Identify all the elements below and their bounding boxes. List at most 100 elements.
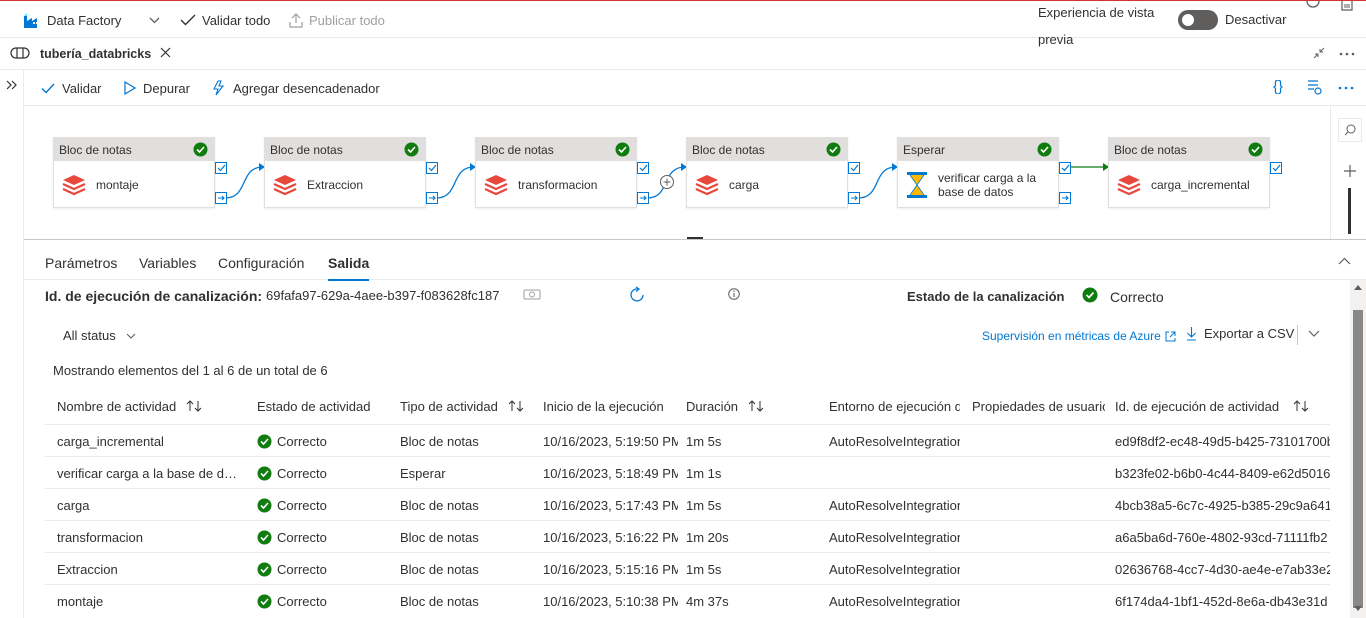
tab-parametros[interactable]: Parámetros <box>45 246 117 280</box>
col-label: Duración <box>686 398 739 414</box>
activity-node[interactable]: Bloc de notas montaje <box>53 137 215 208</box>
panel-splitter[interactable] <box>24 239 1366 240</box>
properties-icon[interactable] <box>1306 79 1322 95</box>
col-activity-run-id[interactable]: Id. de ejecución de actividad <box>1115 392 1330 420</box>
tab-configuracion[interactable]: Configuración <box>218 246 304 280</box>
download-icon <box>1186 326 1197 341</box>
table-row[interactable]: Extraccion Correcto Bloc de notas 10/16/202… <box>45 552 1330 584</box>
col-activity-type[interactable]: Tipo de actividad <box>400 392 540 420</box>
cell-duration: 1m 1s <box>686 457 821 489</box>
tab-salida[interactable]: Salida <box>328 246 370 281</box>
tab-variables[interactable]: Variables <box>139 246 196 280</box>
activity-node[interactable]: Bloc de notas carga_incremental <box>1108 137 1270 208</box>
success-check-icon <box>615 142 630 157</box>
col-runtime[interactable]: Entorno de ejecución de integración <box>829 392 960 420</box>
close-tab-icon[interactable] <box>160 47 171 58</box>
cell-text: Esperar <box>400 465 446 481</box>
factory-selector[interactable]: Data Factory <box>24 1 160 39</box>
completion-port[interactable] <box>426 192 438 204</box>
zoom-slider[interactable] <box>1348 188 1351 234</box>
activity-node[interactable]: Bloc de notas Extraccion <box>264 137 426 208</box>
databricks-icon <box>273 174 297 196</box>
cell-text: Bloc de notas <box>400 593 479 609</box>
activity-node[interactable]: Bloc de notas carga <box>686 137 848 208</box>
cell-text: AutoResolveIntegrationRuntime <box>829 593 960 609</box>
success-port[interactable] <box>1270 162 1282 174</box>
col-label: Nombre de actividad <box>57 398 177 414</box>
table-row[interactable]: carga_incremental Correcto Bloc de notas 10… <box>45 424 1330 456</box>
circle-icon[interactable] <box>1305 1 1321 13</box>
chevron-down-icon[interactable] <box>1308 330 1320 337</box>
node-header: Bloc de notas <box>687 138 847 161</box>
completion-port[interactable] <box>1059 192 1071 204</box>
export-csv-button[interactable]: Exportar a CSV <box>1186 326 1294 341</box>
table-row[interactable]: montaje Correcto Bloc de notas 10/16/2023, … <box>45 584 1330 616</box>
external-link-icon <box>1165 331 1176 342</box>
completion-port[interactable] <box>848 192 860 204</box>
expand-icon[interactable] <box>6 80 18 90</box>
debug-button[interactable]: Depurar <box>124 70 190 106</box>
cell-run-id: 02636768-4cc7-4d30-ae4e-e7ab33e2 <box>1115 553 1330 585</box>
success-check-icon <box>257 498 272 512</box>
node-type: Bloc de notas <box>1114 142 1187 157</box>
node-name: transformacion <box>518 177 598 192</box>
cell-text: AutoResolveIntegrationRuntime <box>829 529 960 545</box>
azure-metrics-link[interactable]: Supervisión en métricas de Azure <box>982 329 1176 343</box>
publish-all-button[interactable]: Publicar todo <box>289 1 385 39</box>
table-row[interactable]: verificar carga a la base de datos Correc… <box>45 456 1330 488</box>
zoom-search-icon[interactable] <box>1338 118 1362 142</box>
add-trigger-button[interactable]: Agregar desencadenador <box>210 70 380 106</box>
cell-text: b323fe02-b6b0-4c44-8409-e62d5016 <box>1115 465 1330 481</box>
refresh-icon[interactable] <box>628 286 646 304</box>
cell-name: transformacion <box>57 521 245 553</box>
info-icon[interactable] <box>728 288 740 300</box>
cell-text: 10/16/2023, 5:18:49 PM <box>543 465 678 481</box>
preview-toggle[interactable] <box>1178 10 1218 30</box>
completion-port[interactable] <box>215 192 227 204</box>
col-activity-status[interactable]: Estado de actividad <box>257 392 387 420</box>
copy-icon[interactable] <box>523 288 541 300</box>
activity-node[interactable]: Esperar verificar carga a la base de dat… <box>897 137 1059 208</box>
success-check-icon <box>257 594 272 608</box>
success-port[interactable] <box>215 162 227 174</box>
col-user-props[interactable]: Propiedades de usuario <box>972 392 1105 420</box>
code-icon[interactable]: {} <box>1273 78 1283 95</box>
scrollbar-thumb[interactable] <box>1353 310 1363 608</box>
success-port[interactable] <box>848 162 860 174</box>
completion-port[interactable] <box>637 192 649 204</box>
chevron-down-icon <box>126 333 136 339</box>
cell-duration: 4m 37s <box>686 585 821 617</box>
activity-node[interactable]: Bloc de notas transformacion <box>475 137 637 208</box>
success-port[interactable] <box>426 162 438 174</box>
success-port[interactable] <box>1059 162 1071 174</box>
validate-button[interactable]: Validar <box>41 70 102 106</box>
col-duration[interactable]: Duración <box>686 392 821 420</box>
cell-start: 10/16/2023, 5:17:43 PM <box>543 489 678 521</box>
status-filter-dropdown[interactable]: All status <box>63 328 136 343</box>
table-row[interactable]: carga Correcto Bloc de notas 10/16/2023, 5:… <box>45 488 1330 520</box>
success-check-icon <box>257 434 272 448</box>
cell-text: 02636768-4cc7-4d30-ae4e-e7ab33e2 <box>1115 561 1330 577</box>
collapse-icon[interactable] <box>1313 47 1325 59</box>
collapse-panel-icon[interactable] <box>1338 257 1351 265</box>
tab-tuberia-databricks[interactable]: tubería_databricks <box>40 38 220 70</box>
cell-text: 10/16/2023, 5:15:16 PM <box>543 561 678 577</box>
cell-start: 10/16/2023, 5:19:50 PM <box>543 425 678 457</box>
success-port[interactable] <box>637 162 649 174</box>
sort-icon <box>748 400 764 412</box>
pipeline-canvas[interactable]: Bloc de notas montaje Bloc de notas Extr… <box>24 106 1366 239</box>
table-row[interactable]: transformacion Correcto Bloc de notas 10/16… <box>45 520 1330 552</box>
col-activity-name[interactable]: Nombre de actividad <box>57 392 247 420</box>
document-icon[interactable] <box>1341 1 1353 11</box>
col-run-start[interactable]: Inicio de la ejecución <box>543 392 678 420</box>
validate-all-button[interactable]: Validar todo <box>180 1 270 39</box>
cell-status: Correcto <box>257 553 395 585</box>
node-type: Bloc de notas <box>692 142 765 157</box>
zoom-in-icon[interactable] <box>1338 159 1362 183</box>
more-options-icon[interactable] <box>1338 86 1354 90</box>
cell-status: Correcto <box>257 489 395 521</box>
more-tabs-icon[interactable] <box>1339 52 1355 56</box>
cell-text: Bloc de notas <box>400 529 479 545</box>
vertical-scrollbar[interactable] <box>1350 280 1366 618</box>
deactivate-label: Desactivar <box>1225 12 1287 27</box>
